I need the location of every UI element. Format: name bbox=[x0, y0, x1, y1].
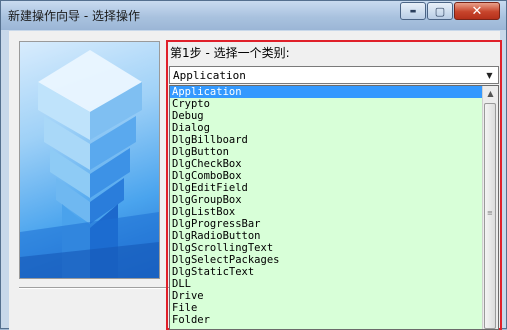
category-list-item[interactable]: DlgStaticText bbox=[170, 266, 483, 278]
maximize-button[interactable]: ▢ bbox=[427, 2, 453, 20]
category-list-item[interactable]: Application bbox=[170, 86, 483, 98]
category-list-item[interactable]: Dialog bbox=[170, 122, 483, 134]
category-list-item[interactable]: DlgProgressBar bbox=[170, 218, 483, 230]
wizard-banner-image bbox=[19, 41, 160, 279]
category-list-item[interactable]: DlgListBox bbox=[170, 206, 483, 218]
category-dropdown-list[interactable]: Application Crypto Debug Dialog DlgBillboard… bbox=[169, 85, 499, 330]
category-list-item[interactable]: DlgButton bbox=[170, 146, 483, 158]
wizard-window: 新建操作向导 - 选择操作 ▬ ▢ ✕ 第1步 - 选择一个类别: Applic… bbox=[0, 0, 507, 330]
close-icon: ✕ bbox=[471, 3, 483, 19]
category-list-item[interactable]: Crypto bbox=[170, 98, 483, 110]
title-bar[interactable]: 新建操作向导 - 选择操作 ▬ ▢ ✕ bbox=[1, 1, 506, 30]
window-title: 新建操作向导 - 选择操作 bbox=[8, 9, 140, 23]
category-list-item[interactable]: DlgRadioButton bbox=[170, 230, 483, 242]
minimize-icon: ▬ bbox=[409, 7, 417, 15]
separator-line bbox=[19, 287, 169, 289]
category-list-item[interactable]: DlgComboBox bbox=[170, 170, 483, 182]
scroll-up-arrow-icon[interactable]: ▲ bbox=[483, 86, 498, 101]
chevron-down-icon[interactable]: ▼ bbox=[482, 68, 497, 82]
category-list-item[interactable]: DlgScrollingText bbox=[170, 242, 483, 254]
category-list-item[interactable]: Drive bbox=[170, 290, 483, 302]
grip-icon: ≡ bbox=[487, 209, 493, 217]
minimize-button[interactable]: ▬ bbox=[400, 2, 426, 20]
scrollbar-thumb[interactable]: ≡ bbox=[484, 103, 496, 329]
category-list-item[interactable]: DLL bbox=[170, 278, 483, 290]
category-list-item[interactable]: Debug bbox=[170, 110, 483, 122]
step-label: 第1步 - 选择一个类别: bbox=[170, 46, 290, 60]
category-list-item[interactable]: Folder bbox=[170, 314, 483, 326]
category-list-items: Application Crypto Debug Dialog DlgBillboard… bbox=[170, 86, 483, 326]
category-list-item[interactable]: DlgEditField bbox=[170, 182, 483, 194]
combo-selected-value: Application bbox=[173, 69, 246, 82]
list-scrollbar[interactable]: ▲ ≡ bbox=[482, 86, 498, 329]
building-illustration bbox=[20, 50, 159, 278]
maximize-icon: ▢ bbox=[434, 4, 446, 18]
category-combobox[interactable]: Application ▼ bbox=[169, 66, 499, 84]
category-list-item[interactable]: DlgSelectPackages bbox=[170, 254, 483, 266]
category-list-item[interactable]: DlgBillboard bbox=[170, 134, 483, 146]
category-list-item[interactable]: File bbox=[170, 302, 483, 314]
close-button[interactable]: ✕ bbox=[454, 2, 500, 20]
category-list-item[interactable]: DlgGroupBox bbox=[170, 194, 483, 206]
category-list-item[interactable]: DlgCheckBox bbox=[170, 158, 483, 170]
